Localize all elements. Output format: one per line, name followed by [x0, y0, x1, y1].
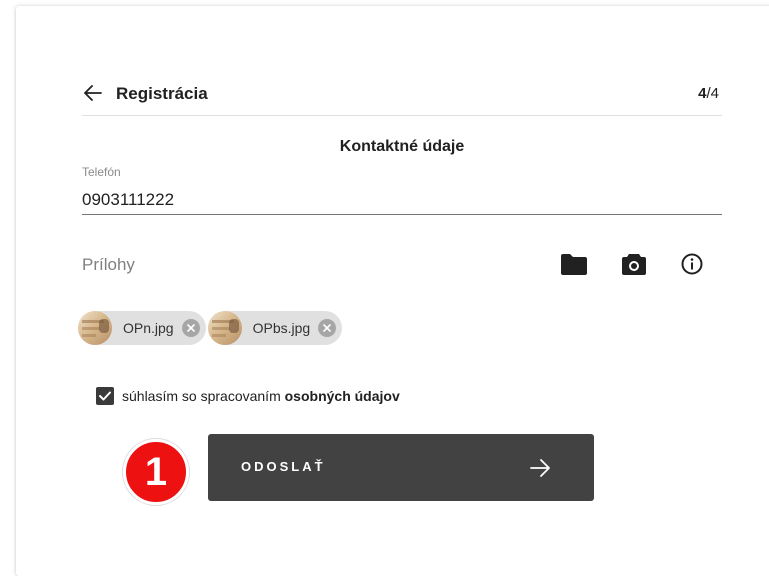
step-number-badge: 1 — [123, 439, 189, 505]
header: Registrácia 4/4 — [82, 80, 722, 114]
consent-text: súhlasím so spracovaním — [122, 388, 285, 404]
arrow-left-icon — [84, 85, 102, 101]
file-thumbnail — [207, 311, 242, 345]
consent-link: osobných údajov — [284, 388, 400, 404]
phone-input[interactable] — [82, 187, 722, 213]
camera-button[interactable] — [620, 250, 648, 278]
remove-file-button[interactable] — [318, 319, 337, 337]
step-total: /4 — [706, 85, 719, 102]
file-name: OPn.jpg — [123, 320, 174, 336]
submit-button[interactable]: ODOSLAŤ — [208, 434, 594, 501]
page-title: Registrácia — [116, 84, 208, 103]
header-divider — [82, 115, 722, 116]
remove-file-button[interactable] — [181, 319, 200, 337]
phone-underline — [82, 214, 722, 215]
folder-icon — [561, 253, 587, 275]
submit-label: ODOSLAŤ — [241, 459, 326, 474]
info-button[interactable] — [678, 250, 706, 278]
file-name: OPbs.jpg — [252, 320, 311, 336]
camera-icon — [622, 253, 646, 275]
step-indicator: 4/4 — [698, 85, 719, 102]
info-icon — [681, 253, 703, 275]
close-icon — [186, 324, 195, 332]
back-button[interactable] — [82, 82, 104, 104]
consent-checkbox[interactable] — [96, 387, 114, 405]
attachment-chips: OPn.jpg OPbs.jpg — [78, 311, 344, 347]
section-title: Kontaktné údaje — [339, 138, 465, 155]
attachment-chip[interactable]: OPbs.jpg — [207, 311, 343, 345]
arrow-right-icon — [530, 459, 550, 477]
consent-row: súhlasím so spracovaním osobných údajov — [96, 387, 400, 405]
phone-label: Telefón — [82, 165, 121, 179]
attachments-label: Prílohy — [82, 255, 135, 274]
attachment-chip[interactable]: OPn.jpg — [78, 311, 206, 345]
close-icon — [323, 324, 331, 332]
file-thumbnail — [78, 311, 112, 345]
folder-button[interactable] — [560, 250, 588, 278]
checkmark-icon — [99, 391, 111, 401]
consent-label: súhlasím so spracovaním osobných údajov — [122, 388, 400, 404]
